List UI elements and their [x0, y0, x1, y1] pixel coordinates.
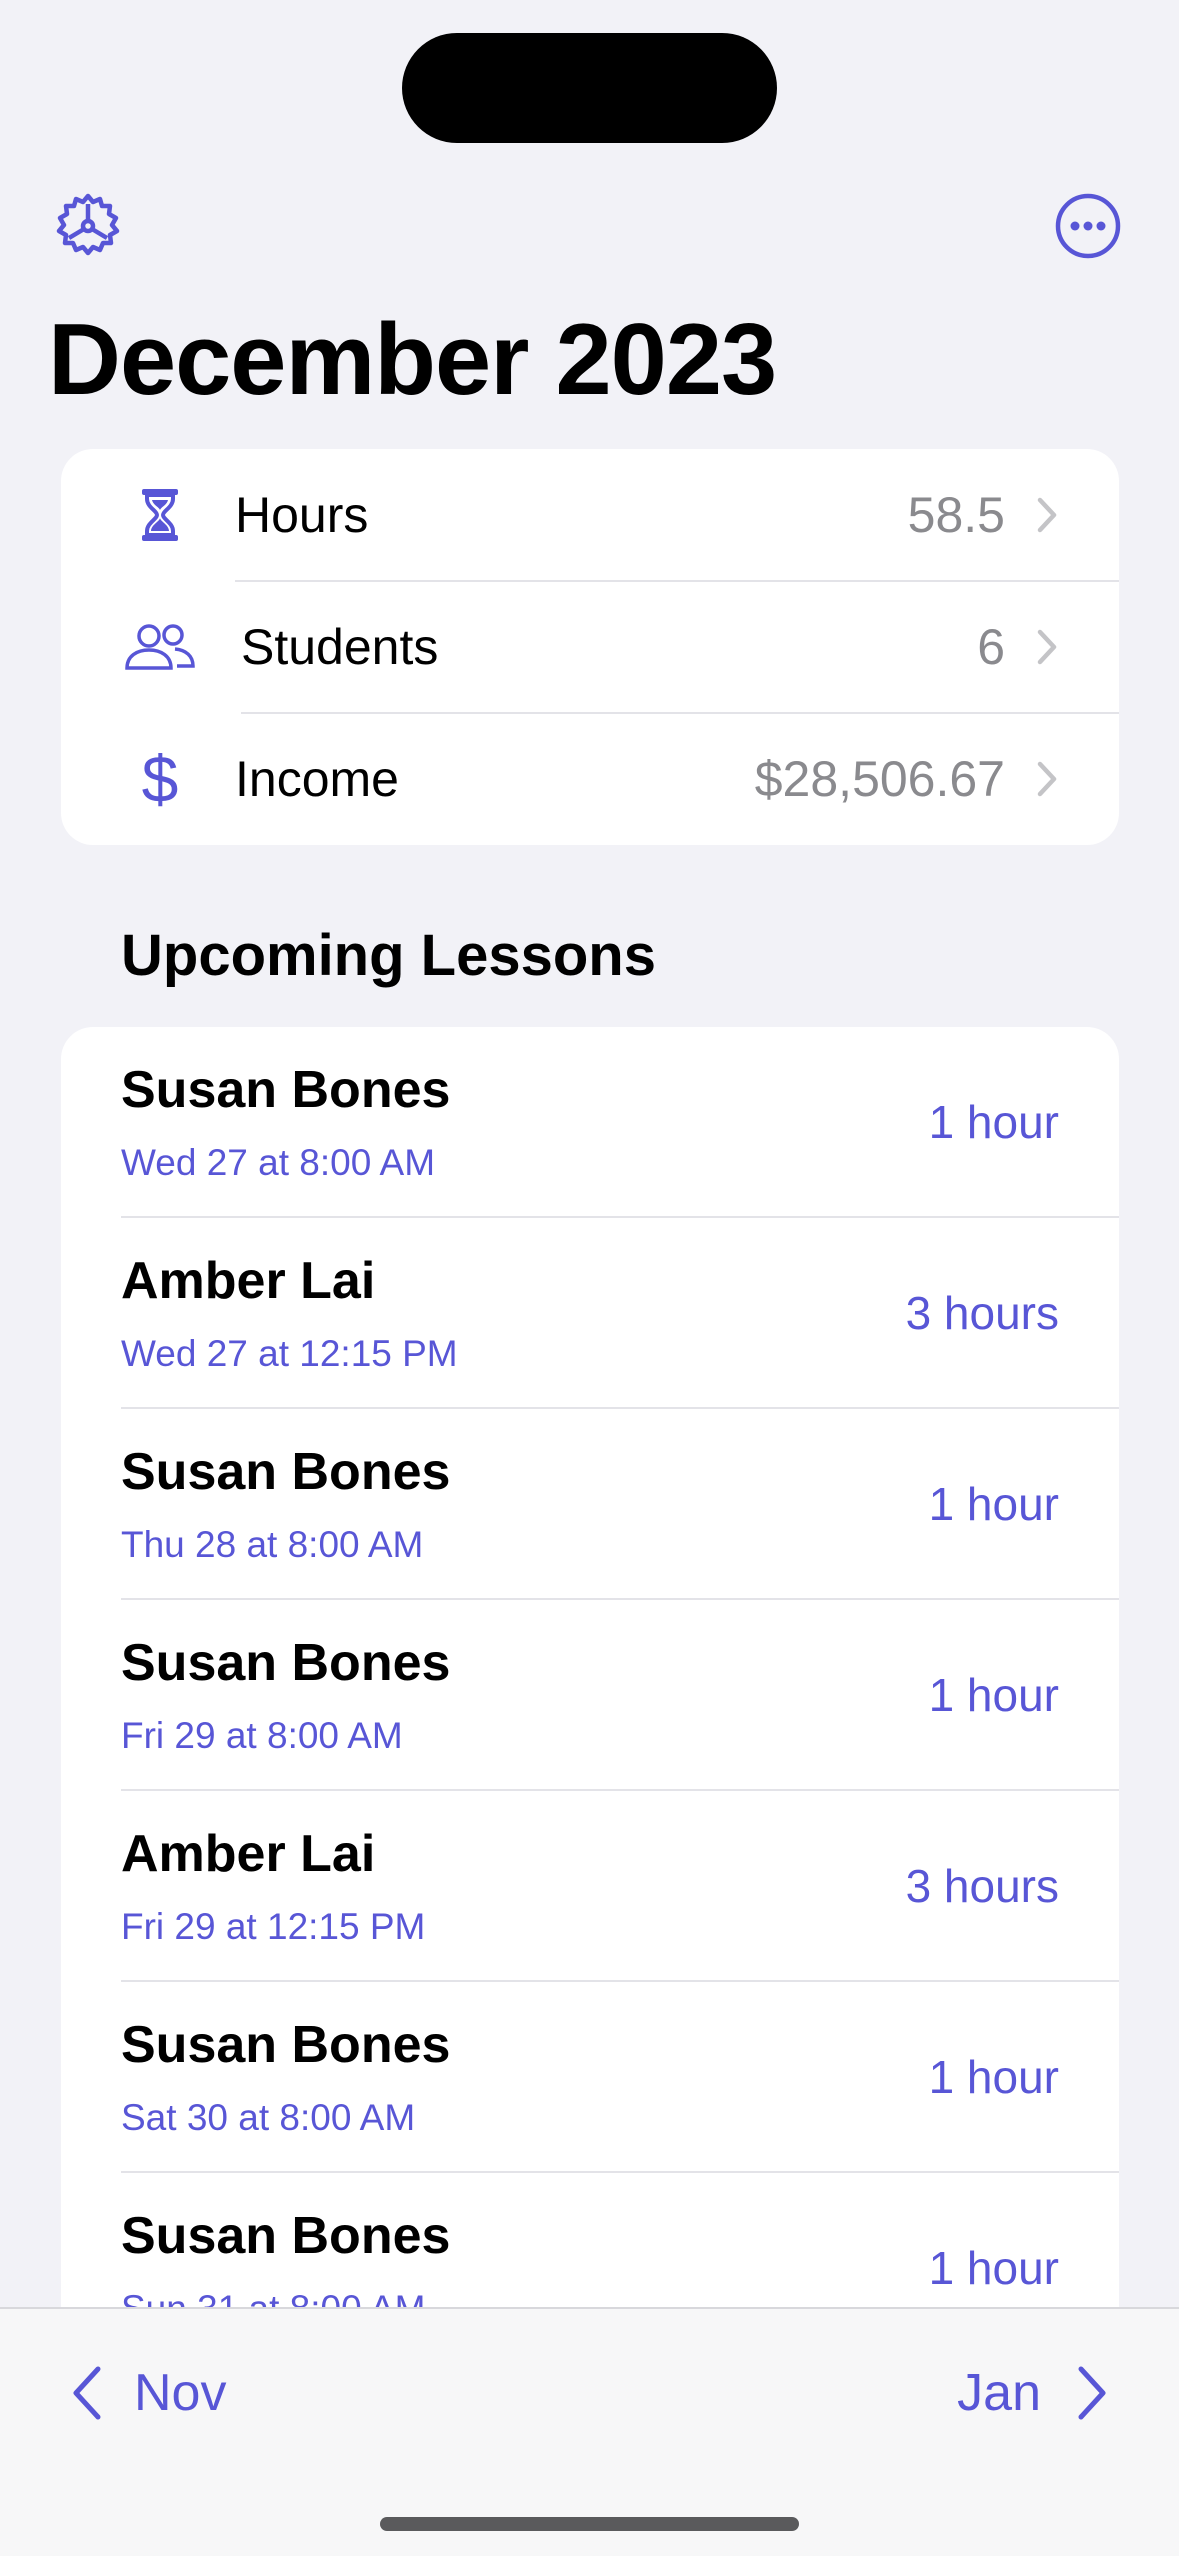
lesson-duration: 3 hours — [905, 1860, 1059, 1912]
dynamic-island — [402, 33, 777, 143]
lesson-student-name: Susan Bones — [121, 2207, 451, 2265]
home-indicator[interactable] — [380, 2517, 799, 2531]
lesson-row[interactable]: Susan Bones Sat 30 at 8:00 AM 1 hour — [61, 1982, 1119, 2173]
chevron-right-icon — [1033, 492, 1061, 538]
lesson-duration: 1 hour — [928, 1478, 1059, 1530]
lesson-row[interactable]: Amber Lai Wed 27 at 12:15 PM 3 hours — [61, 1218, 1119, 1409]
lesson-time: Fri 29 at 12:15 PM — [121, 1906, 426, 1947]
summary-value-students: 6 — [977, 619, 1005, 675]
lesson-time: Fri 29 at 8:00 AM — [121, 1715, 403, 1756]
lesson-duration: 1 hour — [928, 2051, 1059, 2103]
previous-month-label: Nov — [134, 2364, 227, 2422]
hourglass-icon — [115, 470, 205, 560]
summary-card: Hours 58.5 Students 6 $ Income $28,506.6… — [61, 449, 1119, 845]
lesson-time: Thu 28 at 8:00 AM — [121, 1524, 424, 1565]
summary-label-income: Income — [235, 751, 399, 807]
gear-icon — [56, 193, 120, 256]
next-month-button[interactable]: Jan — [957, 2353, 1109, 2433]
lesson-student-name: Susan Bones — [121, 1061, 451, 1119]
lesson-time: Sat 30 at 8:00 AM — [121, 2097, 416, 2138]
summary-row-hours[interactable]: Hours 58.5 — [61, 449, 1119, 581]
summary-row-income[interactable]: $ Income $28,506.67 — [61, 713, 1119, 845]
next-month-label: Jan — [957, 2364, 1041, 2422]
chevron-right-icon — [1033, 756, 1061, 802]
screen: December 2023 Hours 58.5 Students 6 $ In… — [0, 0, 1179, 2556]
lesson-duration: 1 hour — [928, 2242, 1059, 2294]
page-title: December 2023 — [48, 304, 777, 416]
dollar-icon: $ — [141, 742, 179, 816]
lesson-row[interactable]: Susan Bones Wed 27 at 8:00 AM 1 hour — [61, 1027, 1119, 1218]
summary-label-students: Students — [241, 619, 439, 675]
lessons-list: Susan Bones Wed 27 at 8:00 AM 1 hour Amb… — [61, 1027, 1119, 2427]
lesson-student-name: Susan Bones — [121, 1634, 451, 1692]
lesson-duration: 3 hours — [905, 1287, 1059, 1339]
lesson-row[interactable]: Amber Lai Fri 29 at 12:15 PM 3 hours — [61, 1791, 1119, 1982]
lesson-student-name: Susan Bones — [121, 2016, 451, 2074]
lesson-row[interactable]: Susan Bones Fri 29 at 8:00 AM 1 hour — [61, 1600, 1119, 1791]
settings-button[interactable] — [52, 190, 124, 262]
lesson-student-name: Amber Lai — [121, 1825, 376, 1883]
lesson-duration: 1 hour — [928, 1669, 1059, 1721]
people-icon — [115, 602, 205, 692]
ellipsis-circle-icon — [1055, 193, 1121, 259]
summary-value-hours: 58.5 — [907, 487, 1005, 543]
summary-label-hours: Hours — [235, 487, 369, 543]
lesson-student-name: Susan Bones — [121, 1443, 451, 1501]
lesson-time: Wed 27 at 8:00 AM — [121, 1142, 436, 1183]
section-title-upcoming-lessons: Upcoming Lessons — [121, 923, 656, 988]
summary-row-students[interactable]: Students 6 — [61, 581, 1119, 713]
chevron-right-icon — [1078, 2366, 1106, 2420]
previous-month-button[interactable]: Nov — [70, 2353, 226, 2433]
chevron-right-icon — [1033, 624, 1061, 670]
lesson-row[interactable]: Susan Bones Thu 28 at 8:00 AM 1 hour — [61, 1409, 1119, 1600]
chevron-left-icon — [73, 2366, 101, 2420]
summary-value-income: $28,506.67 — [754, 751, 1005, 807]
lesson-student-name: Amber Lai — [121, 1252, 376, 1310]
lesson-duration: 1 hour — [928, 1096, 1059, 1148]
more-options-button[interactable] — [1052, 190, 1124, 262]
lesson-time: Wed 27 at 12:15 PM — [121, 1333, 458, 1374]
